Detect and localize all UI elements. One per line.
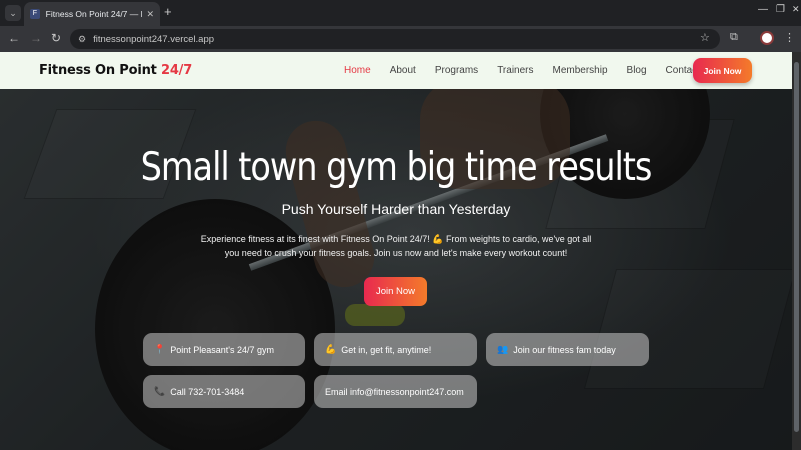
logo-text: Fitness On Point [39,63,157,78]
bookmark-star-icon[interactable]: ☆ [700,31,710,44]
muscle-icon: 💪 [325,344,337,354]
main-nav: Home About Programs Trainers Membership … [344,65,719,76]
minimize-icon[interactable]: — [758,4,768,15]
info-chip-phone[interactable]: 📞 Call 732-701-3484 [143,375,305,408]
hero-description: Experience fitness at its finest with Fi… [200,234,592,258]
nav-link-home[interactable]: Home [344,65,371,76]
address-bar[interactable]: ⚙ fitnessonpoint247.vercel.app [70,29,720,49]
tab-close-icon[interactable]: ✕ [146,9,154,20]
info-chip-email[interactable]: Email info@fitnessonpoint247.com [314,375,477,408]
page-scrollbar[interactable] [792,52,801,450]
chip-text: Get in, get fit, anytime! [341,344,432,355]
new-tab-icon[interactable]: + [164,5,172,19]
hero-join-button[interactable]: Join Now [364,277,427,306]
chip-text: Email info@fitnessonpoint247.com [325,386,464,397]
restore-icon[interactable]: ❐ [776,4,785,15]
phone-icon: 📞 [154,386,166,396]
back-icon[interactable]: ← [8,31,20,45]
browser-tabbar: ⌄ F Fitness On Point 24/7 — Point Pl ✕ +… [0,0,801,26]
nav-link-membership[interactable]: Membership [553,65,608,76]
forward-icon[interactable]: → [30,31,42,45]
browser-toolbar: ← → ↻ ⚙ fitnessonpoint247.vercel.app ☆ ⧉… [0,26,801,52]
web-page: Fitness On Point 24/7 Home About Program… [0,52,792,450]
menu-dots-icon[interactable]: ⋮ [784,31,795,44]
chip-text: Join our fitness fam today [513,344,616,355]
tab-list-icon[interactable]: ⌄ [5,5,21,21]
favicon-icon: F [30,9,40,19]
browser-tab[interactable]: F Fitness On Point 24/7 — Point Pl ✕ [24,2,160,26]
site-header: Fitness On Point 24/7 Home About Program… [0,52,792,89]
tab-title: Fitness On Point 24/7 — Point Pl [45,9,143,19]
scrollbar-thumb[interactable] [794,62,799,432]
chip-text: Point Pleasant's 24/7 gym [170,344,274,355]
chip-text: Call 732-701-3484 [170,386,245,397]
hero-subtitle: Push Yourself Harder than Yesterday [281,201,511,217]
info-chip-community: 👥 Join our fitness fam today [486,333,649,366]
site-logo[interactable]: Fitness On Point 24/7 [39,63,192,78]
close-window-icon[interactable]: ✕ [792,4,800,15]
profile-avatar[interactable] [760,31,774,45]
reload-icon[interactable]: ↻ [51,31,61,45]
logo-accent-text: 24/7 [160,63,193,78]
info-chip-hours: 💪 Get in, get fit, anytime! [314,333,477,366]
nav-link-programs[interactable]: Programs [435,65,478,76]
header-join-button[interactable]: Join Now [693,58,752,83]
extensions-icon[interactable]: ⧉ [730,31,738,44]
hero-title: Small town gym big time results [140,145,653,190]
url-text: fitnessonpoint247.vercel.app [93,33,215,45]
nav-link-about[interactable]: About [390,65,416,76]
pin-icon: 📍 [154,344,166,354]
hero-section: Small town gym big time results Push You… [0,89,792,450]
info-chip-location: 📍 Point Pleasant's 24/7 gym [143,333,305,366]
site-info-icon[interactable]: ⚙ [78,34,86,45]
nav-link-blog[interactable]: Blog [627,65,647,76]
people-icon: 👥 [497,344,509,354]
nav-link-trainers[interactable]: Trainers [497,65,533,76]
